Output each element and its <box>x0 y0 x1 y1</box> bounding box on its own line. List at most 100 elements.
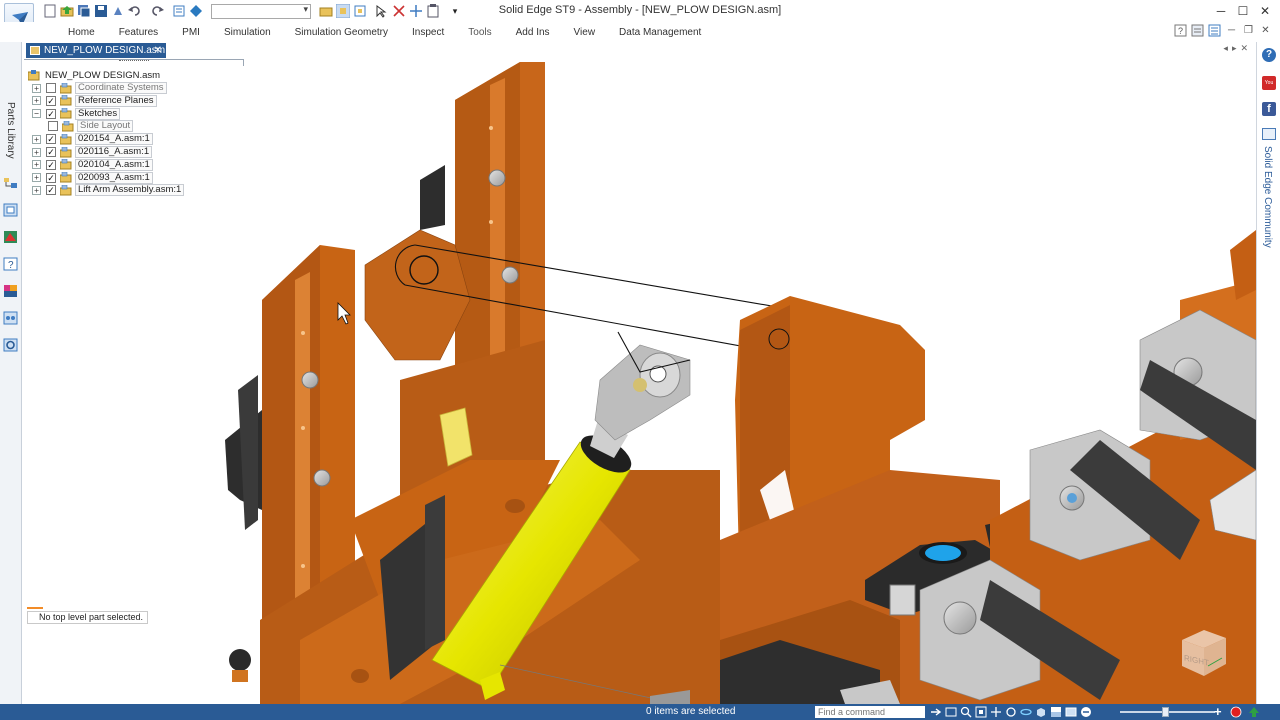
expand-icon[interactable]: + <box>32 160 41 170</box>
configurations-icon[interactable] <box>3 311 18 325</box>
tab-simulation-geometry[interactable]: Simulation Geometry <box>283 25 400 41</box>
display-icon[interactable] <box>1065 706 1077 718</box>
tree-item[interactable]: + ✓ Lift Arm Assembly.asm:1 <box>32 184 185 197</box>
cursor-icon[interactable] <box>374 3 390 19</box>
move-icon[interactable] <box>408 3 424 19</box>
close-icon[interactable]: ✕ <box>1259 24 1272 37</box>
record-icon[interactable] <box>1230 706 1242 718</box>
fit-icon[interactable] <box>975 706 987 718</box>
tree-item-label: 020154_A.asm:1 <box>75 133 153 146</box>
paste-icon[interactable] <box>425 3 441 19</box>
tree-root[interactable]: NEW_PLOW DESIGN.asm <box>27 69 162 81</box>
zoom-slider-thumb[interactable] <box>1162 707 1169 717</box>
tab-features[interactable]: Features <box>107 25 170 41</box>
feature-library-icon[interactable] <box>3 203 18 217</box>
save-icon[interactable] <box>93 3 109 19</box>
properties-icon[interactable] <box>171 3 187 19</box>
minimize-button[interactable]: ─ <box>1210 3 1232 19</box>
close-button[interactable]: ✕ <box>1254 3 1276 19</box>
document-nav-controls[interactable]: ◂▸✕ <box>1223 43 1252 54</box>
restore-icon[interactable]: ❐ <box>1242 24 1255 37</box>
visibility-checkbox[interactable] <box>46 83 56 93</box>
visibility-checkbox[interactable]: ✓ <box>46 134 56 145</box>
zoom-icon[interactable] <box>960 706 972 718</box>
pathfinder-icon[interactable] <box>3 176 18 190</box>
document-tab[interactable]: NEW_PLOW DESIGN.asm ✕ <box>26 43 166 58</box>
options-icon[interactable] <box>1191 24 1204 37</box>
expand-icon[interactable]: + <box>32 83 41 93</box>
help-icon[interactable]: ? <box>1262 48 1276 62</box>
zoom-in-button[interactable]: + <box>1214 704 1222 719</box>
find-command-input[interactable] <box>815 706 925 718</box>
visibility-checkbox[interactable]: ✓ <box>46 147 56 157</box>
zoom-area-icon[interactable] <box>352 3 368 19</box>
select-icon[interactable] <box>335 3 351 19</box>
youtube-icon[interactable]: You Tube <box>1262 76 1276 100</box>
sensors-icon[interactable]: ? <box>3 257 18 271</box>
tree-item[interactable]: + ✓ 020116_A.asm:1 <box>32 146 153 158</box>
zoom-out-icon[interactable] <box>1080 706 1092 718</box>
spin-icon[interactable] <box>1020 706 1032 718</box>
tab-data-management[interactable]: Data Management <box>607 25 713 41</box>
tab-inspect[interactable]: Inspect <box>400 25 456 41</box>
tab-tools[interactable]: Tools <box>456 25 503 41</box>
tree-item[interactable]: + Coordinate Systems <box>32 82 167 94</box>
help-icon[interactable]: ? <box>1174 24 1187 37</box>
new-icon[interactable] <box>42 3 58 19</box>
tab-home[interactable]: Home <box>56 25 107 41</box>
visibility-checkbox[interactable]: ✓ <box>46 108 56 119</box>
tree-item[interactable]: − ✓ Sketches <box>32 107 121 120</box>
tree-item[interactable]: + ✓ Reference Planes <box>32 94 157 107</box>
solid-edge-community-tab[interactable]: Solid Edge Community <box>1262 146 1273 248</box>
visibility-checkbox[interactable]: ✓ <box>46 172 56 183</box>
close-document-icon[interactable]: ✕ <box>154 43 162 58</box>
upload-icon[interactable] <box>1248 706 1260 718</box>
view-icon[interactable] <box>1035 706 1047 718</box>
visibility-checkbox[interactable]: ✓ <box>46 185 56 196</box>
expand-icon[interactable]: + <box>32 134 41 144</box>
tab-add-ins[interactable]: Add Ins <box>504 25 562 41</box>
expand-icon[interactable]: + <box>32 173 41 183</box>
parts-library-tab[interactable]: Parts Library <box>5 102 16 159</box>
tree-item[interactable]: Side Layout <box>48 120 134 133</box>
pathfinder-grip[interactable] <box>119 60 149 62</box>
tab-pmi[interactable]: PMI <box>170 25 212 41</box>
view-cube[interactable]: RIGHT <box>1174 624 1232 682</box>
visibility-checkbox[interactable] <box>48 121 58 132</box>
teamcenter-icon[interactable] <box>188 3 204 19</box>
tree-item[interactable]: + ✓ 020104_A.asm:1 <box>32 158 153 171</box>
customize-dropdown-icon[interactable]: ▾ <box>447 3 463 19</box>
quick-access-combo[interactable] <box>211 3 311 19</box>
open-icon[interactable] <box>59 3 75 19</box>
community-icon[interactable] <box>1262 128 1276 140</box>
expand-icon[interactable]: + <box>32 185 41 195</box>
pan-icon[interactable] <box>990 706 1002 718</box>
visibility-checkbox[interactable]: ✓ <box>46 95 56 106</box>
tab-view[interactable]: View <box>562 25 608 41</box>
layout-icon[interactable] <box>1208 24 1221 37</box>
minimize-icon[interactable]: ─ <box>1225 24 1238 37</box>
redo-icon[interactable] <box>149 3 165 19</box>
collapse-icon[interactable]: − <box>32 109 41 119</box>
clear-icon[interactable] <box>391 3 407 19</box>
layers-icon[interactable] <box>3 230 18 244</box>
maximize-button[interactable]: ☐ <box>1232 3 1254 19</box>
rotate-icon[interactable] <box>1005 706 1017 718</box>
zoom-window-icon[interactable] <box>945 706 957 718</box>
print-icon[interactable] <box>110 3 126 19</box>
facebook-icon[interactable]: f <box>1262 102 1276 116</box>
expand-icon[interactable]: + <box>32 96 41 106</box>
undo-icon[interactable] <box>127 3 143 19</box>
save-all-icon[interactable] <box>76 3 92 19</box>
shade-icon[interactable] <box>1050 706 1062 718</box>
expand-icon[interactable]: + <box>32 147 41 157</box>
component-icon <box>59 158 72 170</box>
visibility-checkbox[interactable]: ✓ <box>46 159 56 170</box>
tree-item[interactable]: + ✓ 020093_A.asm:1 <box>32 171 153 184</box>
folder-icon[interactable] <box>318 3 334 19</box>
family-icon[interactable] <box>3 284 18 298</box>
tree-item[interactable]: + ✓ 020154_A.asm:1 <box>32 133 153 146</box>
tab-simulation[interactable]: Simulation <box>212 25 283 41</box>
settings-icon[interactable] <box>3 338 18 352</box>
arrow-icon[interactable] <box>930 706 942 718</box>
